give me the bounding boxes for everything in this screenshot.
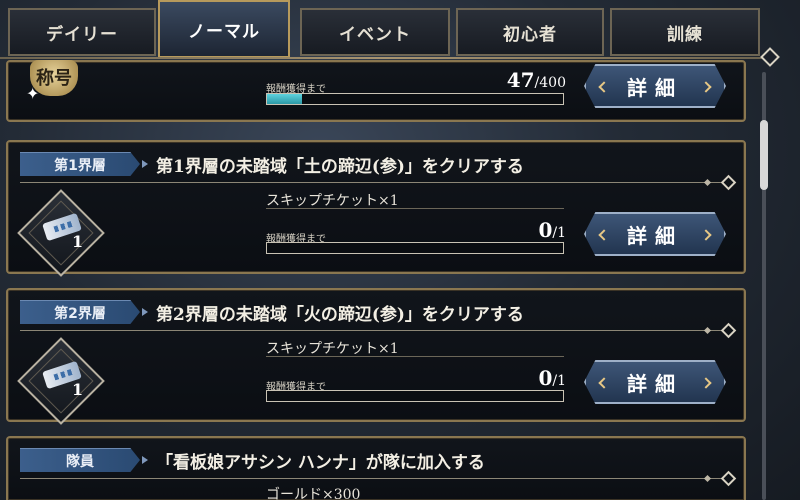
progress-total: /1: [552, 373, 566, 389]
divider-diamond-icon: [760, 47, 780, 67]
mission-card: 称号 ✦ 報酬獲得まで 47/400 詳細: [6, 60, 746, 122]
divider-diamond-icon: [720, 322, 737, 339]
tab-event[interactable]: イベント: [300, 8, 450, 56]
mission-tab-bar: デイリー ノーマル イベント 初心者 訓練: [0, 0, 800, 67]
tab-label: デイリー: [46, 24, 118, 45]
header-divider: [20, 478, 728, 479]
header-divider: [20, 182, 728, 183]
divider-dot-icon: [703, 474, 712, 483]
progress-current: 0: [538, 218, 553, 242]
divider-diamond-icon: [720, 174, 737, 191]
arrow-left-icon: [598, 377, 610, 389]
arrow-left-icon: [598, 81, 610, 93]
divider-diamond-icon: [720, 470, 737, 487]
arrow-left-icon: [598, 229, 610, 241]
category-label: 隊員: [66, 453, 94, 470]
badge-arrow-icon: [142, 160, 150, 168]
tab-daily[interactable]: デイリー: [8, 8, 156, 56]
progress-total: /1: [552, 225, 566, 241]
progress-current: 47: [506, 68, 535, 92]
arrow-right-icon: [700, 81, 712, 93]
reward-count: 1: [72, 232, 84, 251]
mission-title: 第1界層の未踏域「土の蹄辺(参)」をクリアする: [156, 156, 524, 177]
category-badge: 第1界層: [20, 152, 140, 176]
progress-total: /400: [534, 75, 566, 91]
tab-label: ノーマル: [188, 21, 260, 42]
progress-bar: [266, 390, 564, 402]
detail-button-label: 詳細: [627, 223, 683, 248]
tab-training[interactable]: 訓練: [610, 8, 760, 56]
mission-card: 第1界層 第1界層の未踏域「土の蹄辺(参)」をクリアする 1 スキップチケット×…: [6, 140, 746, 277]
detail-button-label: 詳細: [627, 371, 683, 396]
arrow-right-icon: [700, 377, 712, 389]
category-badge: 第2界層: [20, 300, 140, 324]
mission-header: 第2界層 第2界層の未踏域「火の蹄辺(参)」をクリアする: [20, 300, 524, 325]
detail-button[interactable]: 詳細: [584, 360, 726, 404]
divider-dot-icon: [703, 178, 712, 187]
sparkle-icon: ✦: [26, 84, 40, 103]
mission-title: 「看板娘アサシン ハンナ」が隊に加入する: [156, 452, 485, 473]
badge-arrow-icon: [142, 456, 150, 464]
progress-bar: [266, 242, 564, 254]
detail-button[interactable]: 詳細: [584, 212, 726, 256]
progress-value: 47/400: [428, 68, 566, 92]
progress-bar: [266, 93, 564, 105]
progress-value: 0/1: [428, 366, 566, 390]
category-label: 第2界層: [54, 305, 106, 322]
tab-beginner[interactable]: 初心者: [456, 8, 604, 56]
detail-button[interactable]: 詳細: [584, 64, 726, 108]
divider-dot-icon: [703, 326, 712, 335]
reward-name: スキップチケット×1: [266, 341, 399, 357]
tab-normal[interactable]: ノーマル: [158, 0, 290, 58]
arrow-right-icon: [700, 229, 712, 241]
detail-button-label: 詳細: [627, 75, 683, 100]
reward-name: スキップチケット×1: [266, 193, 399, 209]
reward-count: 1: [72, 380, 84, 399]
crest-label: 称号: [36, 68, 72, 89]
mission-header: 隊員 「看板娘アサシン ハンナ」が隊に加入する: [20, 448, 485, 473]
mission-card: 第2界層 第2界層の未踏域「火の蹄辺(参)」をクリアする 1 スキップチケット×…: [6, 288, 746, 425]
category-label: 第1界層: [54, 157, 106, 174]
mission-title: 第2界層の未踏域「火の蹄辺(参)」をクリアする: [156, 304, 524, 325]
progress-value: 0/1: [428, 218, 566, 242]
header-divider: [20, 330, 728, 331]
reward-divider: [266, 356, 564, 357]
tab-label: 訓練: [667, 24, 703, 45]
tab-label: イベント: [339, 24, 411, 45]
mission-header: 第1界層 第1界層の未踏域「土の蹄辺(参)」をクリアする: [20, 152, 524, 177]
tab-divider: [0, 57, 770, 59]
category-badge: 隊員: [20, 448, 140, 472]
mission-card: 隊員 「看板娘アサシン ハンナ」が隊に加入する ゴールド×300: [6, 436, 746, 500]
badge-arrow-icon: [142, 308, 150, 316]
progress-current: 0: [538, 366, 553, 390]
scrollbar-thumb[interactable]: [760, 120, 768, 190]
reward-divider: [266, 208, 564, 209]
reward-name: ゴールド×300: [266, 487, 361, 500]
tab-label: 初心者: [503, 24, 557, 45]
progress-fill: [267, 94, 302, 104]
